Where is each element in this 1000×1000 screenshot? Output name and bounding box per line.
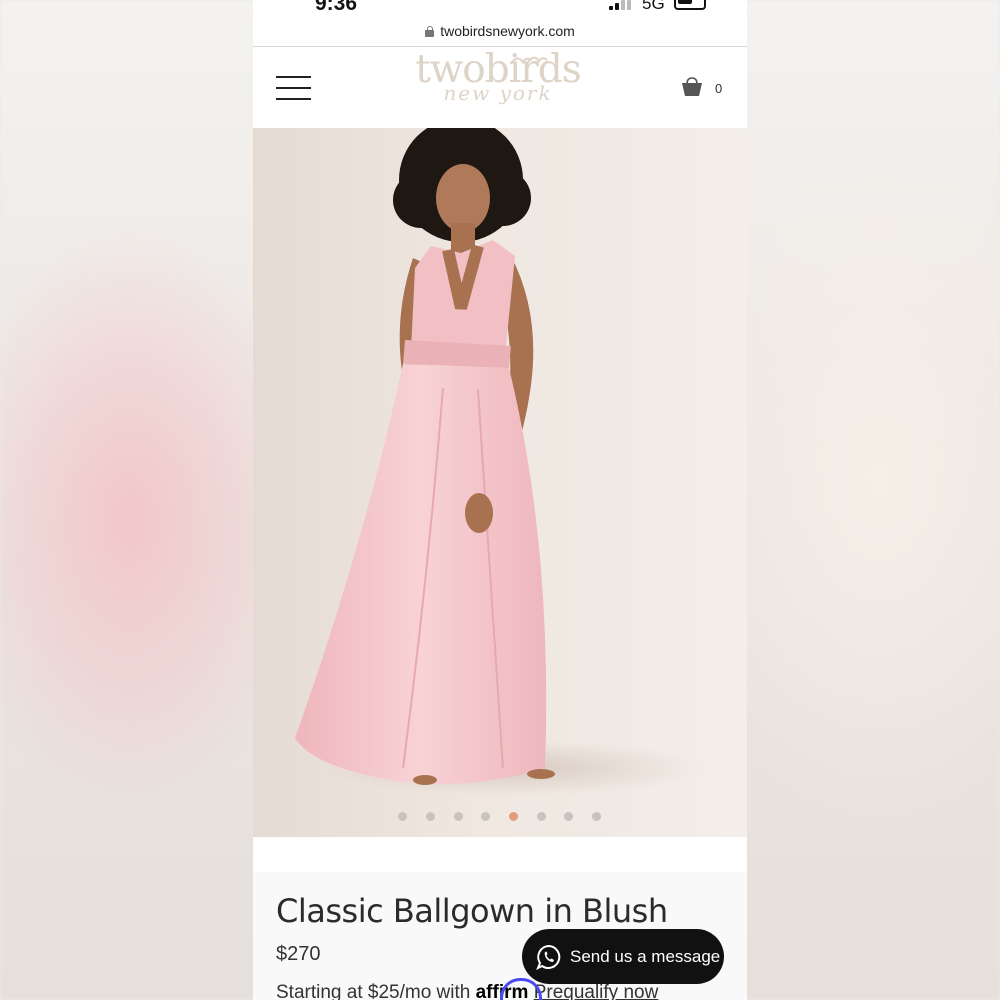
birds-icon (510, 56, 548, 65)
shopping-bag-icon[interactable] (681, 77, 703, 97)
affirm-logo: affirm (476, 982, 529, 1000)
carousel-dot-7[interactable] (564, 812, 573, 821)
carousel-dot-3[interactable] (454, 812, 463, 821)
prequalify-link[interactable]: Prequalify now (534, 982, 659, 1000)
carousel-dot-6[interactable] (537, 812, 546, 821)
network-type: 5G (642, 0, 665, 13)
lock-icon (425, 25, 435, 37)
address-bar[interactable]: twobirdsnewyork.com (253, 17, 747, 45)
phone-screen: 9:36 5G twobirdsnewyork.com twobirds new… (253, 0, 747, 1000)
url-text: twobirdsnewyork.com (440, 23, 575, 39)
carousel-dot-2[interactable] (426, 812, 435, 821)
product-price: $270 (276, 943, 321, 965)
send-message-button[interactable]: Send us a message (522, 929, 724, 984)
whatsapp-icon (536, 944, 561, 970)
image-carousel-dots (253, 812, 747, 824)
model-in-dress-illustration (295, 128, 703, 796)
product-image[interactable] (253, 128, 747, 837)
cart-count[interactable]: 0 (715, 81, 722, 96)
site-logo[interactable]: twobirds new york (413, 48, 583, 122)
carousel-dot-1[interactable] (398, 812, 407, 821)
carousel-dot-8[interactable] (592, 812, 601, 821)
hamburger-menu-icon[interactable] (276, 76, 311, 101)
financing-prefix: Starting at $25/mo with (276, 982, 471, 1000)
signal-icon (609, 0, 631, 10)
carousel-dot-5-active[interactable] (509, 812, 518, 821)
status-time: 9:36 (315, 0, 358, 15)
send-message-label: Send us a message (570, 946, 721, 966)
financing-line: Starting at $25/mo with affirm Prequalif… (276, 982, 658, 1000)
carousel-dot-4[interactable] (481, 812, 490, 821)
battery-icon (674, 0, 706, 10)
product-title: Classic Ballgown in Blush (276, 892, 668, 930)
section-spacer (253, 837, 747, 872)
